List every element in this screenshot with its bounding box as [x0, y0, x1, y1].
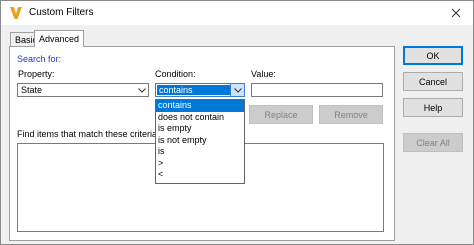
help-button[interactable]: Help: [403, 98, 463, 117]
condition-option[interactable]: <: [156, 169, 244, 181]
condition-option[interactable]: is: [156, 146, 244, 158]
condition-select[interactable]: contains: [155, 83, 245, 97]
chevron-down-icon[interactable]: [230, 84, 244, 96]
property-select[interactable]: State: [17, 83, 149, 97]
condition-option[interactable]: does not contain: [156, 112, 244, 124]
tab-advanced[interactable]: Advanced: [34, 30, 85, 47]
condition-option[interactable]: is empty: [156, 123, 244, 135]
condition-select-value: contains: [157, 85, 230, 95]
condition-label: Condition:: [155, 69, 196, 79]
condition-option[interactable]: contains: [156, 100, 244, 112]
custom-filters-dialog: Custom Filters Basic Advanced Search for…: [0, 0, 474, 245]
close-icon: [451, 8, 461, 18]
property-label: Property:: [18, 69, 55, 79]
close-button[interactable]: [445, 4, 467, 22]
search-for-label: Search for:: [17, 54, 62, 64]
property-select-value: State: [21, 85, 43, 95]
chevron-down-icon[interactable]: [135, 84, 148, 96]
replace-button[interactable]: Replace: [249, 105, 313, 124]
cancel-button[interactable]: Cancel: [403, 72, 463, 91]
value-input[interactable]: [251, 83, 383, 97]
remove-button[interactable]: Remove: [319, 105, 383, 124]
title-bar: Custom Filters: [1, 1, 473, 25]
condition-option[interactable]: >: [156, 158, 244, 170]
results-label: Find items that match these criteria:: [17, 129, 160, 139]
value-label: Value:: [251, 69, 276, 79]
ok-button[interactable]: OK: [403, 46, 463, 65]
condition-option[interactable]: is not empty: [156, 135, 244, 147]
app-logo-icon: [10, 7, 22, 19]
condition-dropdown-list[interactable]: contains does not contain is empty is no…: [155, 99, 245, 184]
clear-all-button[interactable]: Clear All: [403, 133, 463, 152]
window-title: Custom Filters: [29, 7, 94, 18]
